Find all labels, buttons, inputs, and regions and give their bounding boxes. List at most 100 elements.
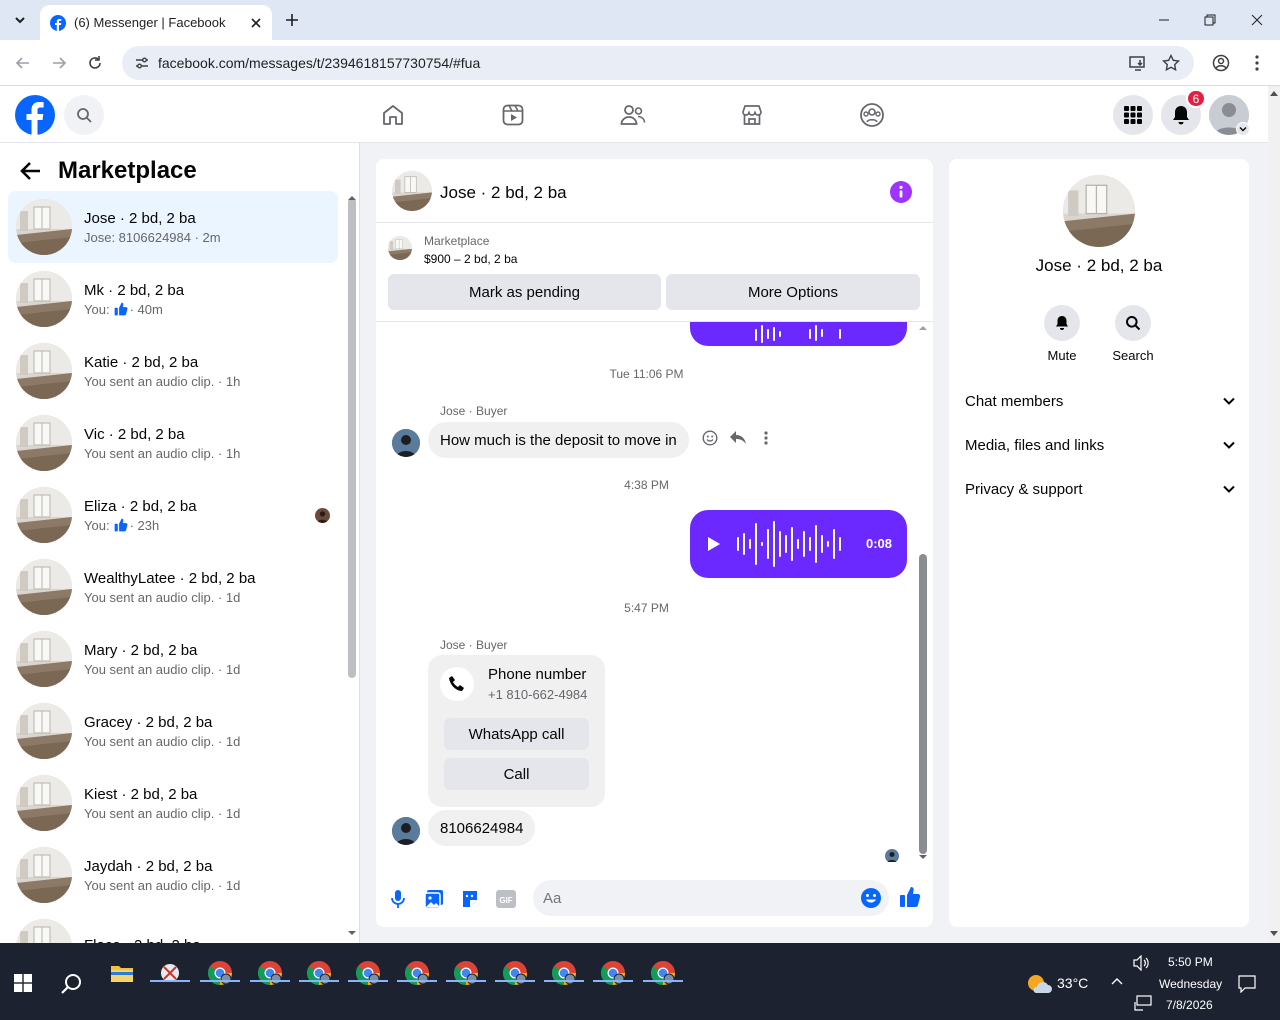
privacy-support-row[interactable]: Privacy & support xyxy=(965,471,1235,507)
taskbar-search-icon[interactable] xyxy=(60,972,84,996)
bookmark-star-icon[interactable] xyxy=(1162,54,1180,72)
chrome-icon[interactable] xyxy=(250,953,290,993)
play-icon[interactable] xyxy=(708,537,720,551)
like-thumbs-up-icon[interactable] xyxy=(898,885,922,909)
groups-icon[interactable] xyxy=(857,100,887,130)
chat-members-row[interactable]: Chat members xyxy=(965,383,1235,419)
forward-icon[interactable] xyxy=(45,49,73,77)
conversation-item[interactable]: Katie · 2 bd, 2 ba You sent an audio clip… xyxy=(8,335,338,407)
emoji-icon[interactable] xyxy=(860,887,882,909)
incoming-message-bubble[interactable]: 8106624984 xyxy=(428,810,536,846)
chat-title[interactable]: Jose · 2 bd, 2 ba xyxy=(440,183,567,203)
audio-message-clipped[interactable] xyxy=(690,322,907,346)
more-options-button[interactable]: More Options xyxy=(666,274,920,310)
conversation-item[interactable]: Jaydah · 2 bd, 2 ba You sent an audio cli… xyxy=(8,839,338,911)
conversation-item[interactable]: Gracey · 2 bd, 2 ba You sent an audio cli… xyxy=(8,695,338,767)
show-hidden-icons-chevron-icon[interactable] xyxy=(1111,977,1123,985)
account-chevron-icon[interactable] xyxy=(1236,122,1250,136)
facebook-logo-icon[interactable] xyxy=(15,95,55,135)
left-scroll-down-icon[interactable] xyxy=(347,930,357,936)
sender-avatar[interactable] xyxy=(392,429,420,457)
conversation-item[interactable]: WealthyLatee · 2 bd, 2 ba You sent an aud… xyxy=(8,551,338,623)
gallery-icon[interactable] xyxy=(422,887,446,911)
minimize-icon[interactable] xyxy=(1141,0,1187,40)
chrome-icon[interactable] xyxy=(200,953,240,993)
restore-icon[interactable] xyxy=(1187,0,1233,40)
chat-scrollbar-thumb[interactable] xyxy=(919,554,927,854)
clock-date[interactable]: 7/8/2026 xyxy=(1166,998,1213,1012)
more-actions-icon[interactable] xyxy=(764,431,768,445)
home-icon[interactable] xyxy=(378,100,408,130)
clock-day[interactable]: Wednesday xyxy=(1159,977,1222,991)
conversation-item[interactable]: Kiest · 2 bd, 2 ba You sent an audio clip… xyxy=(8,767,338,839)
media-files-links-row[interactable]: Media, files and links xyxy=(965,427,1235,463)
chrome-icon[interactable] xyxy=(495,953,535,993)
chrome-icon[interactable] xyxy=(397,953,437,993)
microphone-icon[interactable] xyxy=(386,887,410,911)
incoming-message-bubble[interactable]: How much is the deposit to move in xyxy=(428,422,689,458)
chat-scroll-down-icon[interactable] xyxy=(918,854,928,860)
browser-menu-icon[interactable] xyxy=(1243,49,1271,77)
conversation-item[interactable]: Eliza · 2 bd, 2 ba You: · 23h xyxy=(8,479,338,551)
snipping-tool-icon[interactable] xyxy=(150,953,190,993)
close-window-icon[interactable] xyxy=(1234,0,1280,40)
call-button[interactable]: Call xyxy=(444,758,589,790)
reply-icon[interactable] xyxy=(729,430,747,446)
install-app-icon[interactable] xyxy=(1129,54,1147,72)
conversation-item[interactable]: Mary · 2 bd, 2 ba You sent an audio clip.… xyxy=(8,623,338,695)
windows-start-icon[interactable] xyxy=(14,974,32,992)
facebook-search-icon[interactable] xyxy=(64,95,104,135)
gif-icon[interactable]: GIF xyxy=(494,887,518,911)
mark-as-pending-button[interactable]: Mark as pending xyxy=(388,274,661,310)
back-icon[interactable] xyxy=(9,49,37,77)
new-tab-icon[interactable] xyxy=(281,9,303,31)
site-settings-icon[interactable] xyxy=(134,55,150,71)
chrome-icon[interactable] xyxy=(299,953,339,993)
search-in-conversation-button[interactable]: Search xyxy=(1098,305,1168,363)
sticker-icon[interactable] xyxy=(458,887,482,911)
message-composer: GIF xyxy=(376,871,933,927)
weather-icon[interactable] xyxy=(1026,973,1052,995)
reload-icon[interactable] xyxy=(81,49,109,77)
reels-icon[interactable] xyxy=(498,100,528,130)
conversation-item[interactable]: Flaco · 2 bd, 2 ba xyxy=(8,911,338,943)
running-app-indicator xyxy=(250,980,290,982)
react-emoji-icon[interactable] xyxy=(702,430,718,446)
tab-search-chevron-icon[interactable] xyxy=(8,8,32,32)
chat-scroll-up-icon[interactable] xyxy=(918,325,928,331)
chrome-icon[interactable] xyxy=(643,953,683,993)
profile-account-icon[interactable] xyxy=(1207,49,1235,77)
tab-close-icon[interactable] xyxy=(246,13,266,33)
address-bar[interactable]: facebook.com/messages/t/2394618157730754… xyxy=(122,46,1194,80)
conversation-item[interactable]: Vic · 2 bd, 2 ba You sent an audio clip. … xyxy=(8,407,338,479)
sender-avatar[interactable] xyxy=(392,817,420,845)
page-scrollbar[interactable] xyxy=(1268,86,1280,943)
friends-icon[interactable] xyxy=(618,100,648,130)
listing-thumbnail[interactable] xyxy=(388,236,412,260)
chrome-icon[interactable] xyxy=(593,953,633,993)
network-icon[interactable] xyxy=(1134,995,1152,1011)
notification-center-icon[interactable] xyxy=(1238,975,1256,993)
conversation-info-icon[interactable] xyxy=(890,181,912,203)
message-input[interactable] xyxy=(533,880,889,916)
chrome-icon[interactable] xyxy=(348,953,388,993)
chrome-icon[interactable] xyxy=(446,953,486,993)
back-arrow-icon[interactable] xyxy=(20,161,42,181)
listing-photo[interactable] xyxy=(1063,175,1135,247)
conversation-item[interactable]: Jose · 2 bd, 2 ba Jose: 8106624984 · 2m xyxy=(8,191,338,263)
chat-avatar[interactable] xyxy=(392,171,432,211)
clock-time[interactable]: 5:50 PM xyxy=(1168,955,1213,969)
marketplace-icon[interactable] xyxy=(737,100,767,130)
left-scroll-up-icon[interactable] xyxy=(347,195,357,201)
conversation-item[interactable]: Mk · 2 bd, 2 ba You: · 40m xyxy=(8,263,338,335)
menu-grid-icon[interactable] xyxy=(1113,95,1153,135)
left-scrollbar-thumb[interactable] xyxy=(348,198,356,678)
audio-message-bubble[interactable]: 0:08 xyxy=(690,510,907,578)
sender-label: Jose · Buyer xyxy=(440,638,508,652)
volume-icon[interactable] xyxy=(1133,955,1151,971)
whatsapp-call-button[interactable]: WhatsApp call xyxy=(444,718,589,750)
chrome-icon[interactable] xyxy=(544,953,584,993)
file-explorer-icon[interactable] xyxy=(102,953,142,993)
browser-tab[interactable]: (6) Messenger | Facebook xyxy=(40,5,272,40)
mute-button[interactable]: Mute xyxy=(1027,305,1097,363)
